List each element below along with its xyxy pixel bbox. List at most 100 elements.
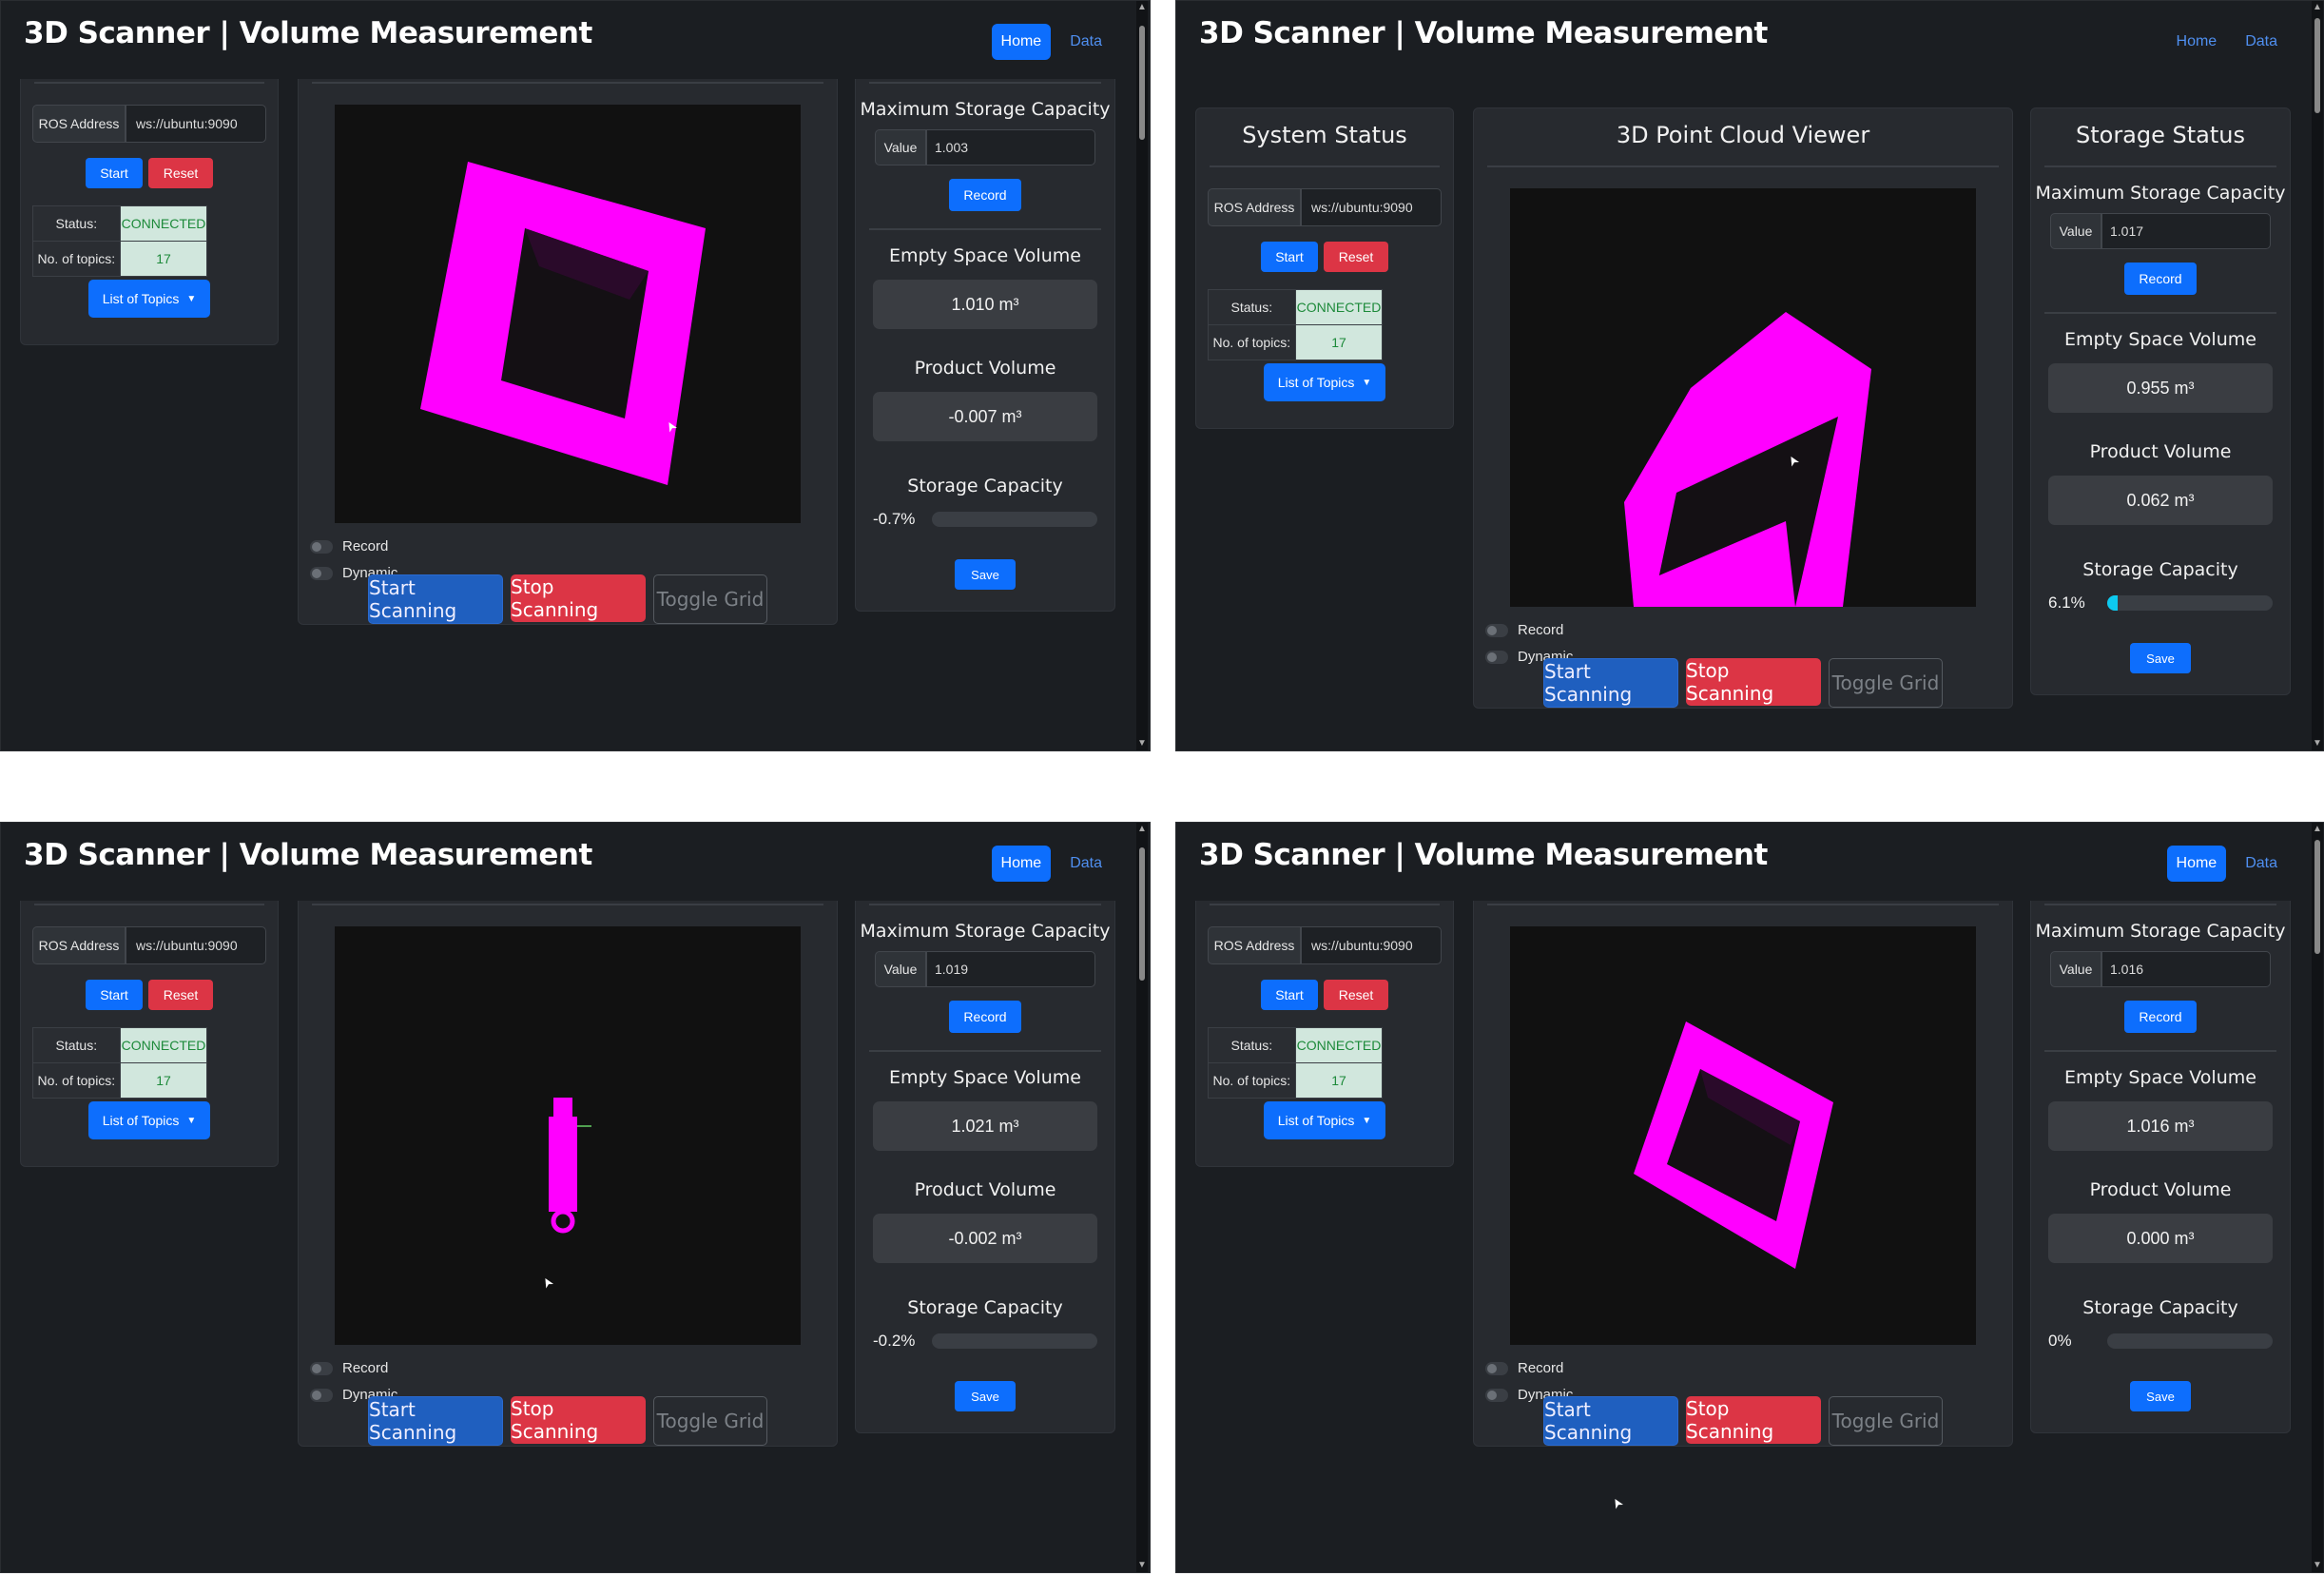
reset-button[interactable]: Reset	[148, 158, 213, 188]
ros-address-input[interactable]: ws://ubuntu:9090	[1301, 188, 1442, 226]
reset-button[interactable]: Reset	[1324, 242, 1388, 272]
toggle-grid-button[interactable]: Toggle Grid	[1829, 658, 1943, 708]
page-scrollbar[interactable]: ▲ ▼	[2312, 823, 2323, 1572]
record-toggle-row[interactable]: Record	[310, 538, 388, 555]
record-toggle[interactable]	[1485, 623, 1508, 637]
start-scanning-button[interactable]: Start Scanning	[368, 1396, 503, 1446]
scroll-up-icon[interactable]: ▲	[2313, 825, 2322, 834]
start-scanning-button[interactable]: Start Scanning	[1543, 658, 1678, 708]
ros-address-input[interactable]: ws://ubuntu:9090	[126, 105, 266, 143]
nav-data-link[interactable]: Data	[2236, 846, 2287, 882]
point-cloud-canvas[interactable]	[335, 926, 801, 1345]
nav-data-link[interactable]: Data	[2236, 24, 2287, 60]
connection-buttons: Start Reset	[1196, 242, 1453, 272]
nav-home-link[interactable]: Home	[2167, 24, 2227, 60]
list-of-topics-button[interactable]: List of Topics ▼	[1264, 363, 1385, 401]
page-scrollbar[interactable]: ▲ ▼	[2312, 1, 2323, 750]
scroll-up-icon[interactable]: ▲	[1137, 825, 1147, 834]
save-button[interactable]: Save	[2130, 1381, 2191, 1411]
record-toggle-label: Record	[342, 1360, 389, 1376]
scroll-thumb[interactable]	[1139, 847, 1145, 981]
save-button[interactable]: Save	[955, 1381, 1016, 1411]
app-title: 3D Scanner | Volume Measurement	[24, 16, 592, 50]
stop-scanning-button[interactable]: Stop Scanning	[511, 574, 646, 622]
empty-volume-title: Empty Space Volume	[2064, 329, 2256, 350]
point-cloud-viewer-panel: 3D Point Cloud Viewer Record Dynamic	[298, 79, 838, 625]
toggle-grid-button[interactable]: Toggle Grid	[653, 1396, 767, 1446]
capacity-percent: 0%	[2048, 1332, 2072, 1350]
divider	[1210, 904, 1440, 905]
scroll-up-icon[interactable]: ▲	[1137, 3, 1147, 12]
empty-volume-value: 1.021 m³	[873, 1101, 1097, 1151]
nav-home-link[interactable]: Home	[991, 24, 1052, 60]
start-button[interactable]: Start	[1261, 242, 1318, 272]
scroll-down-icon[interactable]: ▼	[1137, 1561, 1147, 1570]
list-of-topics-button[interactable]: List of Topics ▼	[1264, 1101, 1385, 1139]
max-capacity-input[interactable]: 1.003	[926, 129, 1095, 165]
reset-button[interactable]: Reset	[1324, 980, 1388, 1010]
start-scanning-button[interactable]: Start Scanning	[1543, 1396, 1678, 1446]
stop-scanning-button[interactable]: Stop Scanning	[1686, 1396, 1821, 1444]
scroll-thumb[interactable]	[2314, 18, 2320, 113]
max-capacity-title: Maximum Storage Capacity	[860, 921, 1111, 942]
table-row: Status: CONNECTED	[1208, 289, 1384, 325]
status-key: Status:	[1208, 289, 1296, 325]
record-toggle[interactable]	[1485, 1361, 1508, 1375]
storage-capacity-title: Storage Capacity	[2082, 1297, 2238, 1318]
point-cloud-canvas[interactable]	[1510, 926, 1976, 1345]
page-scrollbar[interactable]: ▲ ▼	[1136, 823, 1148, 1572]
stop-scanning-button[interactable]: Stop Scanning	[511, 1396, 646, 1444]
scroll-down-icon[interactable]: ▼	[1137, 739, 1147, 749]
scroll-up-icon[interactable]: ▲	[2313, 3, 2322, 12]
system-status-panel: System Status ROS Address ws://ubuntu:90…	[20, 901, 279, 1167]
capacity-progress-row: -0.2%	[873, 1332, 1097, 1351]
scroll-thumb[interactable]	[1139, 26, 1145, 140]
stop-scanning-button[interactable]: Stop Scanning	[1686, 658, 1821, 706]
app-window: 3D Scanner | Volume Measurement Home Dat…	[0, 0, 1151, 751]
record-toggle[interactable]	[310, 1361, 333, 1375]
record-toggle[interactable]	[310, 539, 333, 554]
max-capacity-group: Value 1.019	[875, 951, 1095, 987]
record-toggle-row[interactable]: Record	[1485, 622, 1563, 638]
nav-data-link[interactable]: Data	[1060, 846, 1112, 882]
max-capacity-group: Value 1.016	[2050, 951, 2271, 987]
record-toggle-row[interactable]: Record	[1485, 1360, 1563, 1376]
start-button[interactable]: Start	[86, 158, 143, 188]
list-of-topics-button[interactable]: List of Topics ▼	[88, 1101, 210, 1139]
nav-data-link[interactable]: Data	[1060, 24, 1112, 60]
scroll-down-icon[interactable]: ▼	[2313, 1561, 2322, 1570]
start-button[interactable]: Start	[86, 980, 143, 1010]
list-of-topics-button[interactable]: List of Topics ▼	[88, 280, 210, 318]
start-button[interactable]: Start	[1261, 980, 1318, 1010]
ros-address-input[interactable]: ws://ubuntu:9090	[126, 926, 266, 964]
save-button[interactable]: Save	[955, 559, 1016, 590]
point-cloud-canvas[interactable]	[335, 105, 801, 523]
record-button[interactable]: Record	[2124, 263, 2197, 295]
save-button[interactable]: Save	[2130, 643, 2191, 673]
scroll-thumb[interactable]	[2314, 840, 2320, 954]
start-scanning-button[interactable]: Start Scanning	[368, 574, 503, 624]
max-capacity-input[interactable]: 1.016	[2101, 951, 2271, 987]
reset-button[interactable]: Reset	[148, 980, 213, 1010]
point-cloud-canvas[interactable]	[1510, 188, 1976, 607]
max-capacity-input[interactable]: 1.019	[926, 951, 1095, 987]
nav-home-link[interactable]: Home	[2166, 846, 2227, 882]
nav-home-link[interactable]: Home	[991, 846, 1052, 882]
scroll-down-icon[interactable]: ▼	[2313, 739, 2322, 749]
ros-address-input[interactable]: ws://ubuntu:9090	[1301, 926, 1442, 964]
record-button[interactable]: Record	[949, 179, 1021, 211]
empty-volume-title: Empty Space Volume	[889, 245, 1081, 266]
page-scrollbar[interactable]: ▲ ▼	[1136, 1, 1148, 750]
ros-address-group: ROS Address ws://ubuntu:9090	[32, 926, 266, 964]
record-toggle-row[interactable]: Record	[310, 1360, 388, 1376]
topics-key: No. of topics:	[32, 241, 121, 277]
record-button[interactable]: Record	[2124, 1001, 2197, 1033]
max-capacity-input[interactable]: 1.017	[2101, 213, 2271, 249]
toggle-grid-button[interactable]: Toggle Grid	[1829, 1396, 1943, 1446]
table-row: No. of topics: 17	[1208, 324, 1384, 360]
table-row: No. of topics: 17	[1208, 1062, 1384, 1099]
topics-count: 17	[1294, 1062, 1384, 1099]
record-button[interactable]: Record	[949, 1001, 1021, 1033]
capacity-progress-bar	[932, 1333, 1097, 1349]
toggle-grid-button[interactable]: Toggle Grid	[653, 574, 767, 624]
